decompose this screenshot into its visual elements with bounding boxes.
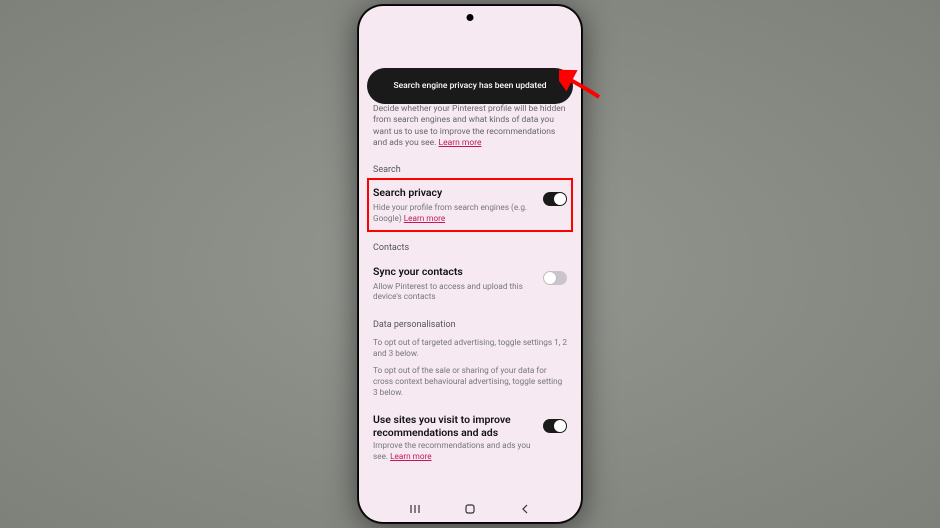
setting-sync-contacts[interactable]: Sync your contacts Allow Pinterest to ac… [373,257,567,309]
setting-subtitle: Hide your profile from search engines (e… [373,203,535,224]
front-camera [467,14,474,21]
status-bar-area [359,6,581,56]
nav-back-button[interactable] [518,502,532,516]
setting-title: Search privacy [373,186,535,201]
section-header-search: Search [373,164,567,177]
toggle-use-sites[interactable] [543,419,567,433]
setting-subtitle: Improve the recommendations and ads you … [373,441,535,462]
setting-subtitle: Allow Pinterest to access and upload thi… [373,282,535,303]
learn-more-link[interactable]: Learn more [439,138,482,148]
highlight-annotation: Search privacy Hide your profile from se… [367,178,573,232]
toggle-sync-contacts[interactable] [543,271,567,285]
section-header-contacts: Contacts [373,242,567,255]
android-nav-bar [359,496,581,522]
setting-search-privacy[interactable]: Search privacy Hide your profile from se… [373,184,567,226]
setting-title: Use sites you visit to improve recommend… [373,413,535,439]
toggle-search-privacy[interactable] [543,192,567,206]
nav-home-button[interactable] [463,502,477,516]
intro-description: Decide whether your Pinterest profile wi… [373,104,567,150]
data-pers-para2: To opt out of the sale or sharing of you… [373,366,567,399]
sub-text: Hide your profile from search engines (e… [373,203,527,224]
phone-screen: Search engine privacy has been updated D… [359,6,581,522]
learn-more-link[interactable]: Learn more [404,214,445,224]
learn-more-link[interactable]: Learn more [390,452,431,462]
settings-content[interactable]: Decide whether your Pinterest profile wi… [359,56,581,496]
phone-frame: Search engine privacy has been updated D… [357,4,583,524]
data-pers-para1: To opt out of targeted advertising, togg… [373,338,567,360]
toast-notification: Search engine privacy has been updated [367,68,573,104]
setting-use-sites[interactable]: Use sites you visit to improve recommend… [373,405,567,469]
nav-recents-button[interactable] [408,502,422,516]
setting-title: Sync your contacts [373,265,535,280]
section-header-data-pers: Data personalisation [373,319,567,332]
